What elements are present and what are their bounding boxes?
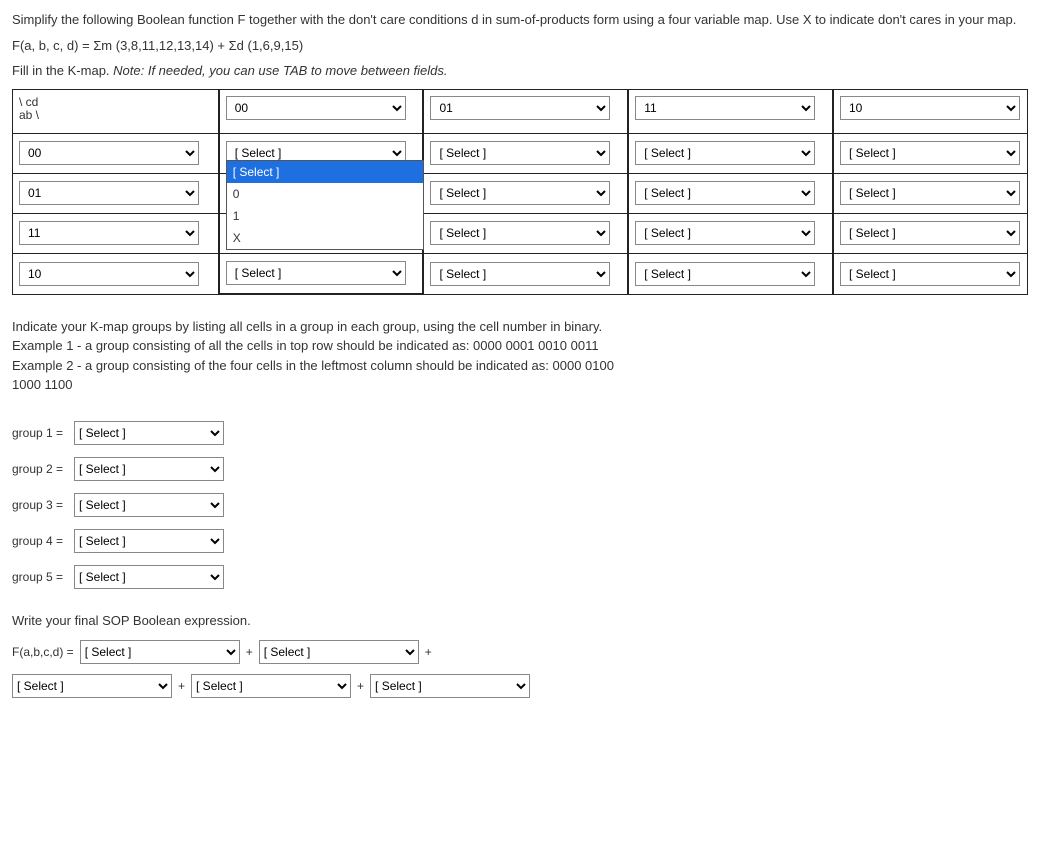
corner-bot: ab \: [19, 109, 39, 122]
kmap-cell-10-01[interactable]: [ Select ]: [430, 262, 610, 286]
kmap-row-10: 10: [13, 254, 218, 294]
dropdown-option-select[interactable]: [ Select ]: [227, 161, 423, 183]
kmap-corner-cell: \ cd ab \: [13, 90, 218, 134]
kmap-colheader-00: 00: [220, 90, 423, 134]
groups-example-1: Example 1 - a group consisting of all th…: [12, 336, 632, 356]
kmap-cell-01-11[interactable]: [ Select ]: [635, 181, 815, 205]
kmap-table: \ cd ab \ 00 01 11 10 00 [ Select ] x [ …: [12, 89, 1028, 295]
kmap-cell-10-00[interactable]: [ Select ]: [226, 261, 406, 285]
group-4-label: group 4 =: [12, 532, 74, 550]
group-3-select[interactable]: [ Select ]: [74, 493, 224, 517]
kmap-rowheader-select-01[interactable]: 01: [19, 181, 199, 205]
kmap-row-01: 01: [13, 174, 218, 214]
kmap-cell-11-10[interactable]: [ Select ]: [840, 221, 1020, 245]
group-2-label: group 2 =: [12, 460, 74, 478]
kmap-colheader-select-11[interactable]: 11: [635, 96, 815, 120]
kmap-cell-10-11[interactable]: [ Select ]: [635, 262, 815, 286]
sop-line-2: [ Select ] + [ Select ] + [ Select ]: [12, 674, 632, 698]
group-5-select[interactable]: [ Select ]: [74, 565, 224, 589]
kmap-col-00: 00 [ Select ] x [ Select ] [ Select ] [ …: [219, 89, 424, 295]
sop-term-2[interactable]: [ Select ]: [259, 640, 419, 664]
kmap-row-00: 00: [13, 134, 218, 174]
sop-term-3[interactable]: [ Select ]: [12, 674, 172, 698]
group-5-row: group 5 = [ Select ]: [12, 565, 632, 589]
groups-intro: Indicate your K-map groups by listing al…: [12, 317, 632, 337]
sop-plus-2: +: [423, 643, 434, 661]
fill-kmap-label: Fill in the K-map.: [12, 63, 113, 78]
kmap-colheader-select-10[interactable]: 10: [840, 96, 1020, 120]
kmap-cell-01-01[interactable]: [ Select ]: [430, 181, 610, 205]
sop-term-4[interactable]: [ Select ]: [191, 674, 351, 698]
kmap-col-11: 11 [ Select ] [ Select ] [ Select ] [ Se…: [628, 89, 833, 295]
dropdown-option-x[interactable]: X: [227, 227, 423, 249]
sop-f-label: F(a,b,c,d) =: [12, 643, 74, 661]
group-3-row: group 3 = [ Select ]: [12, 493, 632, 517]
kmap-cell-11-01[interactable]: [ Select ]: [430, 221, 610, 245]
sop-plus-1: +: [244, 643, 255, 661]
kmap-col-01: 01 [ Select ] [ Select ] [ Select ] [ Se…: [423, 89, 628, 295]
kmap-cell-dropdown-open[interactable]: [ Select ] 0 1 X: [226, 160, 424, 250]
group-2-select[interactable]: [ Select ]: [74, 457, 224, 481]
tab-note: Note: If needed, you can use TAB to move…: [113, 63, 447, 78]
group-1-select[interactable]: [ Select ]: [74, 421, 224, 445]
sop-plus-4: +: [355, 677, 366, 695]
kmap-rowheader-select-00[interactable]: 00: [19, 141, 199, 165]
sop-term-5[interactable]: [ Select ]: [370, 674, 530, 698]
group-5-label: group 5 =: [12, 568, 74, 586]
group-3-label: group 3 =: [12, 496, 74, 514]
kmap-row-11: 11: [13, 214, 218, 254]
groups-example-2: Example 2 - a group consisting of the fo…: [12, 356, 632, 395]
kmap-cell-11-11[interactable]: [ Select ]: [635, 221, 815, 245]
kmap-cell-00-01[interactable]: [ Select ]: [430, 141, 610, 165]
kmap-rowheader-select-11[interactable]: 11: [19, 221, 199, 245]
question-equation: F(a, b, c, d) = Σm (3,8,11,12,13,14) + Σ…: [12, 36, 1028, 56]
corner-top: \ cd: [19, 96, 39, 109]
group-4-select[interactable]: [ Select ]: [74, 529, 224, 553]
dropdown-option-0[interactable]: 0: [227, 183, 423, 205]
kmap-cell-00-10[interactable]: [ Select ]: [840, 141, 1020, 165]
kmap-colheader-select-00[interactable]: 00: [226, 96, 406, 120]
sop-plus-3: +: [176, 677, 187, 695]
question-line-1: Simplify the following Boolean function …: [12, 10, 1028, 30]
kmap-cell-01-10[interactable]: [ Select ]: [840, 181, 1020, 205]
sop-term-1[interactable]: [ Select ]: [80, 640, 240, 664]
group-2-row: group 2 = [ Select ]: [12, 457, 632, 481]
kmap-cell-10-10[interactable]: [ Select ]: [840, 262, 1020, 286]
sop-title: Write your final SOP Boolean expression.: [12, 611, 632, 631]
sop-section: Write your final SOP Boolean expression.…: [12, 611, 632, 699]
question-line-3: Fill in the K-map. Note: If needed, you …: [12, 61, 1028, 81]
dropdown-option-1[interactable]: 1: [227, 205, 423, 227]
kmap-rowheader-column: \ cd ab \ 00 01 11 10: [12, 89, 219, 295]
kmap-colheader-select-01[interactable]: 01: [430, 96, 610, 120]
sop-line-1: F(a,b,c,d) = [ Select ] + [ Select ] +: [12, 640, 632, 664]
kmap-col-10: 10 [ Select ] [ Select ] [ Select ] [ Se…: [833, 89, 1028, 295]
groups-section: Indicate your K-map groups by listing al…: [12, 317, 632, 589]
kmap-rowheader-select-10[interactable]: 10: [19, 262, 199, 286]
group-1-row: group 1 = [ Select ]: [12, 421, 632, 445]
group-1-label: group 1 =: [12, 424, 74, 442]
kmap-cell-00-11[interactable]: [ Select ]: [635, 141, 815, 165]
group-4-row: group 4 = [ Select ]: [12, 529, 632, 553]
